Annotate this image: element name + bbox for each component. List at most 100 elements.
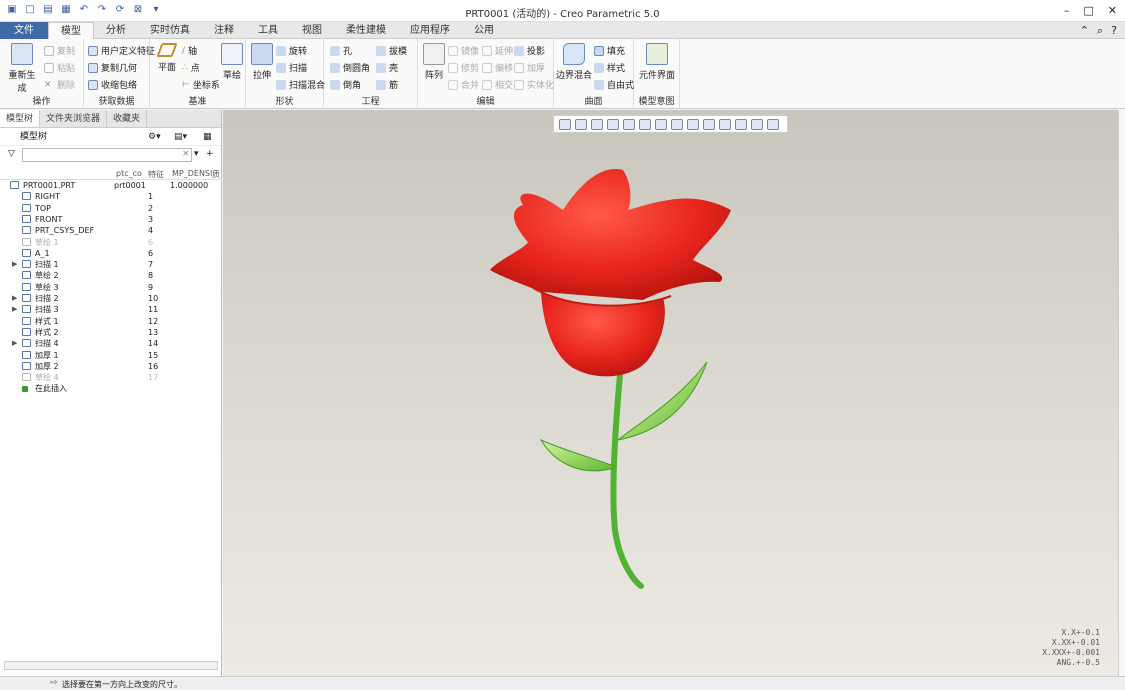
collapse-ribbon-icon[interactable]: ⌃ (1080, 24, 1089, 38)
tab-view[interactable]: 视图 (290, 22, 334, 39)
show-icon[interactable]: ▤▾ (174, 128, 187, 146)
mirror-button[interactable]: 镜像 (448, 44, 479, 57)
minimize-icon[interactable]: – (1064, 4, 1070, 17)
tree-row[interactable]: 加厚 1 15 (0, 350, 222, 361)
rib-button[interactable]: 筋 (376, 78, 398, 91)
group-label-model-intent[interactable]: 模型意图 (634, 94, 679, 107)
group-label-surfaces[interactable]: 曲面 (554, 94, 633, 107)
copy-button[interactable]: 复制 (44, 44, 75, 57)
sweep-button[interactable]: 扫描 (276, 61, 307, 74)
tree-row[interactable]: 草绘 3 9 (0, 282, 222, 293)
solidify-button[interactable]: 实体化 (514, 78, 554, 91)
tab-favorites[interactable]: 收藏夹 (107, 110, 148, 127)
style-button[interactable]: 样式 (594, 61, 625, 74)
column-icon[interactable]: ▦ (203, 128, 212, 146)
draft-button[interactable]: 拔模 (376, 44, 407, 57)
tree-row[interactable]: RIGHT 1 (0, 191, 222, 202)
close-icon[interactable]: ✕ (1108, 4, 1117, 17)
project-button[interactable]: 投影 (514, 44, 545, 57)
shrinkwrap-button[interactable]: 收缩包络 (88, 78, 137, 91)
feature-icon (22, 386, 28, 393)
delete-button[interactable]: ✕ 删除 (44, 78, 75, 92)
shell-button[interactable]: 壳 (376, 61, 398, 74)
tab-annotate[interactable]: 注释 (202, 22, 246, 39)
tree-row[interactable]: 草绘 1 6 (0, 237, 222, 248)
csys-button[interactable]: ⊢ 坐标系 (182, 78, 220, 92)
thicken-button[interactable]: 加厚 (514, 61, 545, 74)
tree-row[interactable]: ▶ 扫描 2 10 (0, 293, 222, 304)
plane-button[interactable]: 平面 (154, 43, 180, 73)
tab-live-simulation[interactable]: 实时仿真 (138, 22, 202, 39)
intersect-button[interactable]: 相交 (482, 78, 513, 91)
axis-button[interactable]: / 轴 (182, 44, 197, 58)
tree-row[interactable]: PRT0001.PRT prt0001 1.000000 (0, 180, 222, 191)
pattern-button[interactable]: 阵列 (422, 43, 446, 81)
group-label-editing[interactable]: 编辑 (418, 94, 553, 107)
revolve-button[interactable]: 旋转 (276, 44, 307, 57)
expand-arrow-icon[interactable]: ▶ (12, 259, 17, 270)
expand-arrow-icon[interactable]: ▶ (12, 304, 17, 315)
tree-row[interactable]: 草绘 4 17 (0, 372, 222, 383)
maximize-icon[interactable]: □ (1083, 4, 1093, 17)
pattern-icon (423, 43, 445, 65)
point-button[interactable]: ∴ 点 (182, 61, 200, 75)
search-icon[interactable]: ⌕ (1097, 24, 1103, 38)
freestyle-button[interactable]: 自由式 (594, 78, 634, 91)
filter-dropdown-icon[interactable]: ▾ (194, 149, 199, 159)
trim-button[interactable]: 修剪 (448, 61, 479, 74)
regenerate-button[interactable]: 重新生成 (6, 43, 38, 94)
tab-file[interactable]: 文件 (0, 22, 48, 39)
merge-button[interactable]: 合并 (448, 78, 479, 91)
tree-row[interactable]: 草绘 2 8 (0, 270, 222, 281)
tree-row[interactable]: 样式 1 12 (0, 316, 222, 327)
swept-blend-button[interactable]: 扫描混合 (276, 78, 325, 91)
tree-row[interactable]: TOP 2 (0, 203, 222, 214)
tab-common[interactable]: 公用 (462, 22, 506, 39)
tree-row[interactable]: A_1 6 (0, 248, 222, 259)
fill-button[interactable]: 填充 (594, 44, 625, 57)
component-interface-button[interactable]: 元件界面 (638, 43, 676, 81)
chamfer-button[interactable]: 倒角 (330, 78, 361, 91)
tree-settings-icon[interactable]: ⚙▾ (148, 128, 161, 146)
offset-button[interactable]: 偏移 (482, 61, 513, 74)
tree-row[interactable]: ▶ 扫描 3 11 (0, 304, 222, 315)
tree-search-input[interactable] (22, 148, 192, 162)
group-label-operations[interactable]: 操作 (0, 94, 83, 107)
tree-row[interactable]: 加厚 2 16 (0, 361, 222, 372)
tab-tools[interactable]: 工具 (246, 22, 290, 39)
graphics-window[interactable]: X.X+-0.1 X.XX+-0.01 X.XXX+-0.001 ANG.+-0… (223, 110, 1118, 676)
flower-back-petals (490, 169, 731, 300)
tree-row[interactable]: ▶ 扫描 1 7 (0, 259, 222, 270)
expand-arrow-icon[interactable]: ▶ (12, 293, 17, 304)
tree-row[interactable]: FRONT 3 (0, 214, 222, 225)
expand-arrow-icon[interactable]: ▶ (12, 338, 17, 349)
hole-button[interactable]: 孔 (330, 44, 352, 57)
group-label-datum[interactable]: 基准 (150, 94, 245, 107)
paste-button[interactable]: 粘贴 (44, 61, 75, 74)
tab-flexible-modeling[interactable]: 柔性建模 (334, 22, 398, 39)
sketch-button[interactable]: 草绘 (220, 43, 244, 81)
extend-button[interactable]: 延伸 (482, 44, 513, 57)
filter-icon[interactable]: ▽ (8, 149, 15, 159)
tab-applications[interactable]: 应用程序 (398, 22, 462, 39)
boundary-blend-button[interactable]: 边界混合 (556, 43, 592, 81)
tree-row[interactable]: 样式 2 13 (0, 327, 222, 338)
tab-folder-browser[interactable]: 文件夹浏览器 (40, 110, 108, 127)
clear-search-icon[interactable]: × (182, 149, 190, 159)
round-button[interactable]: 倒圆角 (330, 61, 370, 74)
group-label-engineering[interactable]: 工程 (324, 94, 417, 107)
group-label-get-data[interactable]: 获取数据 (84, 94, 149, 107)
tree-row[interactable]: PRT_CSYS_DEF 4 (0, 225, 222, 236)
tree-row[interactable]: ▶ 扫描 4 14 (0, 338, 222, 349)
help-icon[interactable]: ? (1111, 24, 1117, 38)
tab-model[interactable]: 模型 (48, 22, 94, 40)
tab-analysis[interactable]: 分析 (94, 22, 138, 39)
tree-row[interactable]: 在此插入 (0, 383, 222, 394)
add-filter-icon[interactable]: + (206, 149, 214, 159)
udf-button[interactable]: 用户定义特征 (88, 44, 155, 57)
tab-model-tree[interactable]: 模型树 (0, 110, 41, 127)
horizontal-scrollbar[interactable] (4, 661, 218, 670)
copy-geometry-button[interactable]: 复制几何 (88, 61, 137, 74)
extrude-button[interactable]: 拉伸 (250, 43, 274, 81)
group-label-shapes[interactable]: 形状 (246, 94, 323, 107)
